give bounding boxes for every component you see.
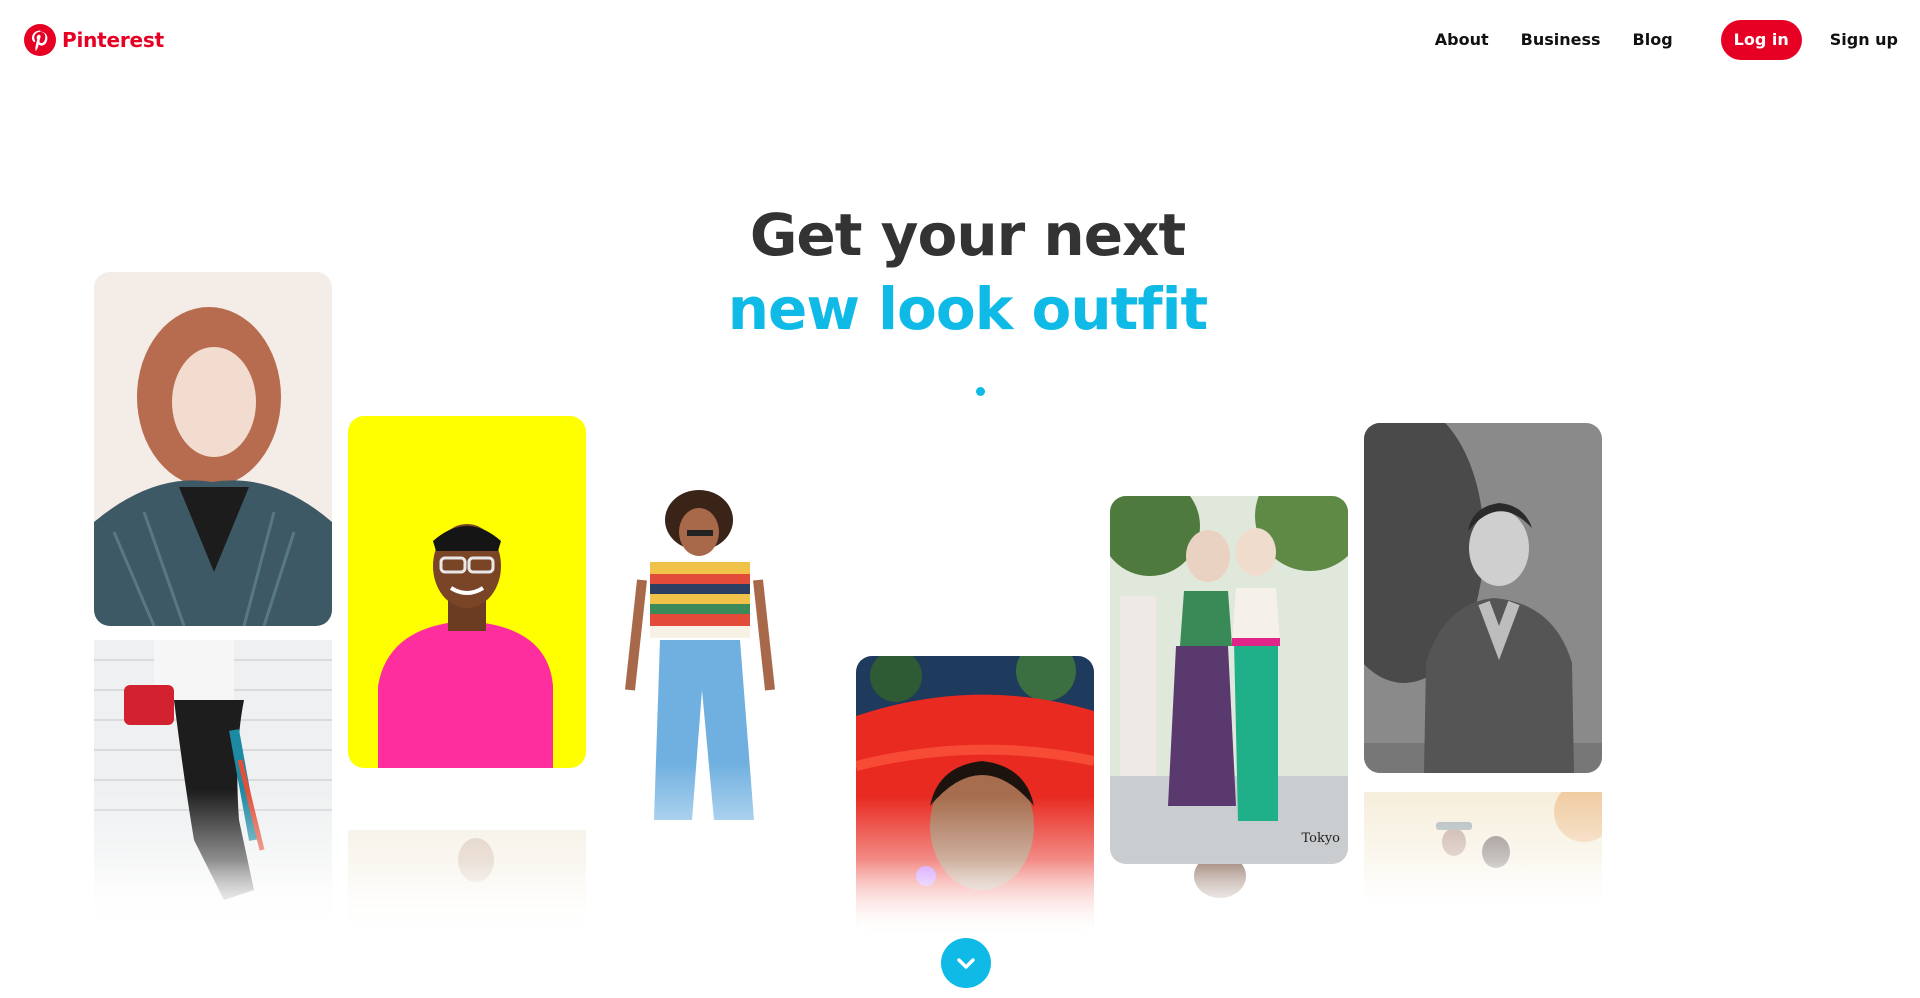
pin-image-woman-striped-tee[interactable] [602, 490, 840, 902]
fade-overlay [602, 762, 840, 902]
pin-image-streetwear-pants[interactable] [94, 640, 332, 930]
top-header: Pinterest About Business Blog Log in Sig… [0, 0, 1920, 80]
about-link[interactable]: About [1435, 20, 1489, 60]
tokyo-watermark: Tokyo [1301, 831, 1340, 846]
pin-image-faded-couple[interactable] [1364, 792, 1602, 902]
carousel-dot-active[interactable] [976, 387, 985, 396]
signup-button[interactable]: Sign up [1830, 20, 1898, 60]
fade-overlay [856, 796, 1094, 936]
pin-image-woman-plaid-blazer[interactable] [94, 272, 332, 626]
pinterest-logo[interactable]: Pinterest [24, 24, 164, 56]
pin-image-faded-face[interactable] [1110, 864, 1348, 924]
scroll-down-button[interactable] [941, 938, 991, 988]
chevron-down-icon [957, 958, 975, 969]
top-nav: About Business Blog Log in Sign up [1435, 20, 1898, 60]
fade-overlay [1110, 864, 1348, 924]
pin-photo [1110, 496, 1348, 864]
landing-page: Pinterest About Business Blog Log in Sig… [0, 0, 1920, 998]
pin-image-tokyo-street-style[interactable]: Tokyo [1110, 496, 1348, 864]
hero-line-1: Get your next [749, 201, 1186, 269]
blog-link[interactable]: Blog [1633, 20, 1673, 60]
brand-name: Pinterest [62, 28, 164, 52]
carousel-dots [976, 387, 985, 396]
pin-photo [348, 416, 586, 768]
pin-photo [94, 272, 332, 626]
fade-overlay [348, 830, 586, 950]
fade-overlay [1364, 792, 1602, 902]
fade-overlay [94, 790, 332, 930]
pin-photo [1364, 423, 1602, 773]
pinterest-logo-icon [24, 24, 56, 56]
pin-image-woman-red-fabric[interactable] [856, 656, 1094, 936]
business-link[interactable]: Business [1521, 20, 1601, 60]
pin-image-faded-portrait[interactable] [348, 830, 586, 950]
pin-image-man-yellow-background[interactable] [348, 416, 586, 768]
login-button[interactable]: Log in [1720, 20, 1802, 60]
pin-image-man-black-and-white[interactable] [1364, 423, 1602, 773]
